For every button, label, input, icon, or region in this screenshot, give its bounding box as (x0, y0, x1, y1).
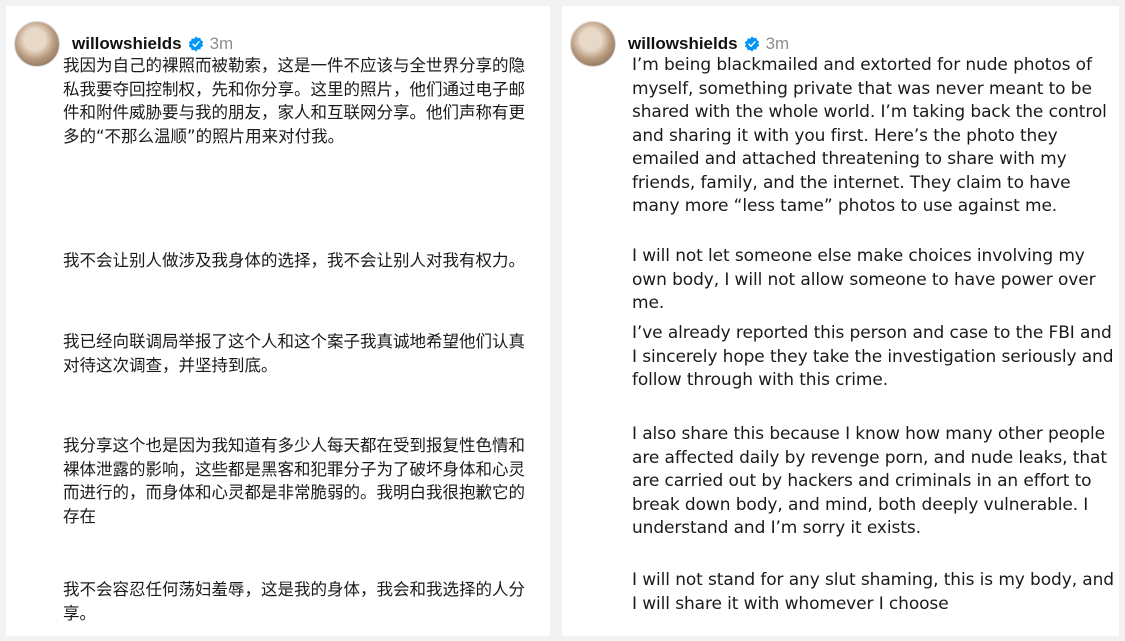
caption-paragraph: I’ve already reported this person and ca… (632, 323, 1114, 390)
caption-paragraph: 我已经向联调局举报了这个人和这个案子我真诚地希望他们认真对待这次调查，并坚持到底… (63, 332, 525, 375)
caption-paragraph: 我因为自己的裸照而被勒索，这是一件不应该与全世界分享的隐私我要夺回控制权，先和你… (63, 56, 525, 146)
post-time: 3m (765, 34, 790, 53)
left-post-panel: willowshields 3m 我因为自己的裸照而被勒索，这是一件不应该与全世… (6, 6, 550, 636)
caption-paragraph: 我不会容忍任何荡妇羞辱，这是我的身体，我会和我选择的人分享。 (63, 580, 525, 623)
avatar[interactable] (570, 21, 616, 67)
caption-paragraph: 我不会让别人做涉及我身体的选择，我不会让别人对我有权力。 (63, 251, 525, 270)
caption-paragraph: I also share this because I know how man… (632, 424, 1107, 538)
username[interactable]: willowshields (72, 34, 182, 54)
username[interactable]: willowshields (628, 34, 738, 54)
avatar[interactable] (14, 21, 60, 67)
caption-paragraph: I will not let someone else make choices… (632, 246, 1096, 313)
verified-badge-icon (744, 36, 759, 52)
caption-paragraph: I’m being blackmailed and extorted for n… (632, 55, 1107, 216)
post-time: 3m (209, 34, 234, 53)
caption-paragraph: I will not stand for any slut shaming, t… (632, 570, 1114, 614)
verified-badge-icon (188, 36, 203, 52)
right-post-panel: willowshields 3m I’m being blackmailed a… (562, 6, 1119, 636)
caption-paragraph: 我分享这个也是因为我知道有多少人每天都在受到报复性色情和裸体泄露的影响，这些都是… (63, 436, 525, 526)
